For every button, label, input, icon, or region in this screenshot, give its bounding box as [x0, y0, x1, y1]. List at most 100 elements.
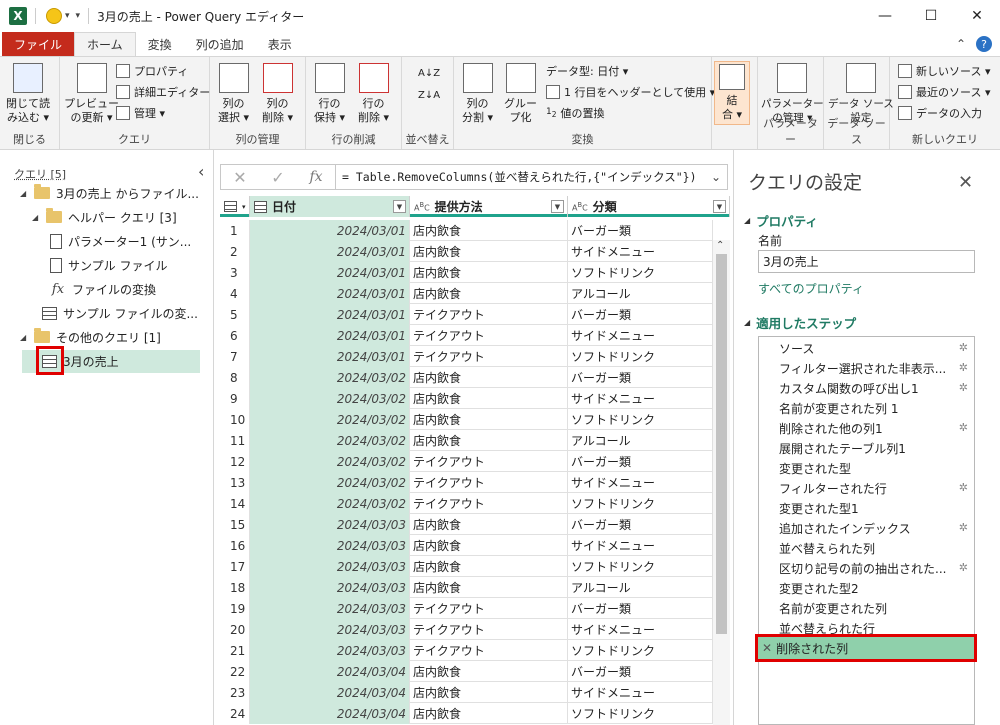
row-number-cell[interactable]: 19: [220, 598, 250, 619]
tab-home[interactable]: ホーム: [74, 32, 136, 56]
remove-rows-button[interactable]: 行の 削除 ▾: [358, 63, 389, 125]
date-cell[interactable]: 2024/03/03: [250, 556, 410, 577]
tab-file[interactable]: ファイル: [2, 32, 75, 56]
applied-step[interactable]: 削除された他の列1 ✲: [759, 418, 974, 438]
category-cell[interactable]: アルコール: [568, 577, 713, 598]
help-icon[interactable]: ?: [976, 36, 992, 52]
choose-columns-button[interactable]: 列の 選択 ▾: [218, 63, 249, 125]
minimize-button[interactable]: —: [862, 0, 908, 32]
use-first-row-as-headers-button[interactable]: 1 行目をヘッダーとして使用 ▾: [546, 82, 715, 102]
category-cell[interactable]: ソフトドリンク: [568, 409, 713, 430]
row-number-cell[interactable]: 22: [220, 661, 250, 682]
row-number-cell[interactable]: 10: [220, 409, 250, 430]
date-cell[interactable]: 2024/03/01: [250, 304, 410, 325]
date-cell[interactable]: 2024/03/02: [250, 493, 410, 514]
table-row[interactable]: 21 2024/03/03 テイクアウト ソフトドリンク: [220, 640, 713, 661]
table-row[interactable]: 16 2024/03/03 店内飲食 サイドメニュー: [220, 535, 713, 556]
category-cell[interactable]: ソフトドリンク: [568, 703, 713, 724]
category-cell[interactable]: バーガー類: [568, 220, 713, 241]
close-window-button[interactable]: ✕: [954, 0, 1000, 32]
properties-button[interactable]: プロパティ: [116, 61, 188, 81]
row-number-cell[interactable]: 18: [220, 577, 250, 598]
category-cell[interactable]: サイドメニュー: [568, 619, 713, 640]
method-cell[interactable]: テイクアウト: [410, 640, 568, 661]
category-cell[interactable]: バーガー類: [568, 598, 713, 619]
date-cell[interactable]: 2024/03/03: [250, 619, 410, 640]
row-number-cell[interactable]: 9: [220, 388, 250, 409]
replace-values-button[interactable]: 12 値の置換: [546, 103, 605, 123]
row-number-cell[interactable]: 21: [220, 640, 250, 661]
row-number-cell[interactable]: 3: [220, 262, 250, 283]
expand-triangle-icon[interactable]: ◢: [32, 213, 40, 222]
row-number-cell[interactable]: 13: [220, 472, 250, 493]
method-cell[interactable]: テイクアウト: [410, 451, 568, 472]
date-cell[interactable]: 2024/03/04: [250, 682, 410, 703]
table-row[interactable]: 15 2024/03/03 店内飲食 バーガー類: [220, 514, 713, 535]
fx-icon[interactable]: fx: [297, 169, 335, 185]
table-row[interactable]: 5 2024/03/01 テイクアウト バーガー類: [220, 304, 713, 325]
method-cell[interactable]: 店内飲食: [410, 262, 568, 283]
row-number-cell[interactable]: 23: [220, 682, 250, 703]
table-row[interactable]: 10 2024/03/02 店内飲食 ソフトドリンク: [220, 409, 713, 430]
date-cell[interactable]: 2024/03/02: [250, 388, 410, 409]
column-header-method[interactable]: ABC 提供方法 ▼: [410, 196, 568, 217]
step-settings-gear-icon[interactable]: ✲: [959, 561, 968, 574]
scroll-up-icon[interactable]: ⌃: [716, 240, 724, 251]
category-cell[interactable]: バーガー類: [568, 304, 713, 325]
applied-step[interactable]: フィルターされた行 ✲: [759, 478, 974, 498]
category-cell[interactable]: ソフトドリンク: [568, 640, 713, 661]
category-cell[interactable]: バーガー類: [568, 367, 713, 388]
query-group-other[interactable]: ◢ その他のクエリ [1]: [20, 326, 161, 348]
date-cell[interactable]: 2024/03/01: [250, 262, 410, 283]
table-row[interactable]: 12 2024/03/02 テイクアウト バーガー類: [220, 451, 713, 472]
collapse-ribbon-icon[interactable]: ⌃: [956, 37, 966, 51]
enter-data-button[interactable]: データの入力: [898, 103, 982, 123]
step-settings-gear-icon[interactable]: ✲: [959, 421, 968, 434]
method-cell[interactable]: 店内飲食: [410, 703, 568, 724]
applied-step[interactable]: カスタム関数の呼び出し1 ✲: [759, 378, 974, 398]
applied-step[interactable]: 変更された型1: [759, 498, 974, 518]
row-number-cell[interactable]: 14: [220, 493, 250, 514]
category-cell[interactable]: サイドメニュー: [568, 472, 713, 493]
applied-step-active[interactable]: ✕ 削除された列: [755, 634, 977, 662]
row-number-cell[interactable]: 16: [220, 535, 250, 556]
method-cell[interactable]: テイクアウト: [410, 598, 568, 619]
method-cell[interactable]: テイクアウト: [410, 346, 568, 367]
step-settings-gear-icon[interactable]: ✲: [959, 361, 968, 374]
table-row[interactable]: 9 2024/03/02 店内飲食 サイドメニュー: [220, 388, 713, 409]
table-row[interactable]: 20 2024/03/03 テイクアウト サイドメニュー: [220, 619, 713, 640]
method-cell[interactable]: 店内飲食: [410, 388, 568, 409]
category-cell[interactable]: ソフトドリンク: [568, 493, 713, 514]
table-row[interactable]: 7 2024/03/01 テイクアウト ソフトドリンク: [220, 346, 713, 367]
filter-dropdown-icon[interactable]: ▼: [393, 200, 406, 213]
table-row[interactable]: 17 2024/03/03 店内飲食 ソフトドリンク: [220, 556, 713, 577]
step-settings-gear-icon[interactable]: ✲: [959, 341, 968, 354]
row-number-cell[interactable]: 6: [220, 325, 250, 346]
row-number-cell[interactable]: 12: [220, 451, 250, 472]
commit-icon[interactable]: ✓: [259, 168, 297, 187]
method-cell[interactable]: 店内飲食: [410, 661, 568, 682]
date-cell[interactable]: 2024/03/01: [250, 283, 410, 304]
table-row[interactable]: 8 2024/03/02 店内飲食 バーガー類: [220, 367, 713, 388]
method-cell[interactable]: 店内飲食: [410, 430, 568, 451]
category-cell[interactable]: ソフトドリンク: [568, 556, 713, 577]
applied-steps-section-header[interactable]: ◢ 適用したステップ: [744, 313, 856, 332]
tab-add-column[interactable]: 列の追加: [184, 32, 256, 56]
group-by-button[interactable]: グルー プ化: [504, 63, 537, 125]
date-cell[interactable]: 2024/03/01: [250, 346, 410, 367]
category-cell[interactable]: ソフトドリンク: [568, 346, 713, 367]
method-cell[interactable]: テイクアウト: [410, 325, 568, 346]
date-cell[interactable]: 2024/03/03: [250, 535, 410, 556]
category-cell[interactable]: アルコール: [568, 430, 713, 451]
method-cell[interactable]: 店内飲食: [410, 556, 568, 577]
row-number-cell[interactable]: 17: [220, 556, 250, 577]
expand-formula-icon[interactable]: ⌄: [705, 170, 727, 184]
query-item-transform-file[interactable]: fx ファイルの変換: [50, 278, 156, 300]
row-number-cell[interactable]: 8: [220, 367, 250, 388]
method-cell[interactable]: テイクアウト: [410, 493, 568, 514]
properties-section-header[interactable]: ◢ プロパティ: [744, 211, 818, 230]
method-cell[interactable]: 店内飲食: [410, 220, 568, 241]
filter-dropdown-icon[interactable]: ▼: [713, 200, 726, 213]
method-cell[interactable]: 店内飲食: [410, 514, 568, 535]
step-settings-gear-icon[interactable]: ✲: [959, 481, 968, 494]
